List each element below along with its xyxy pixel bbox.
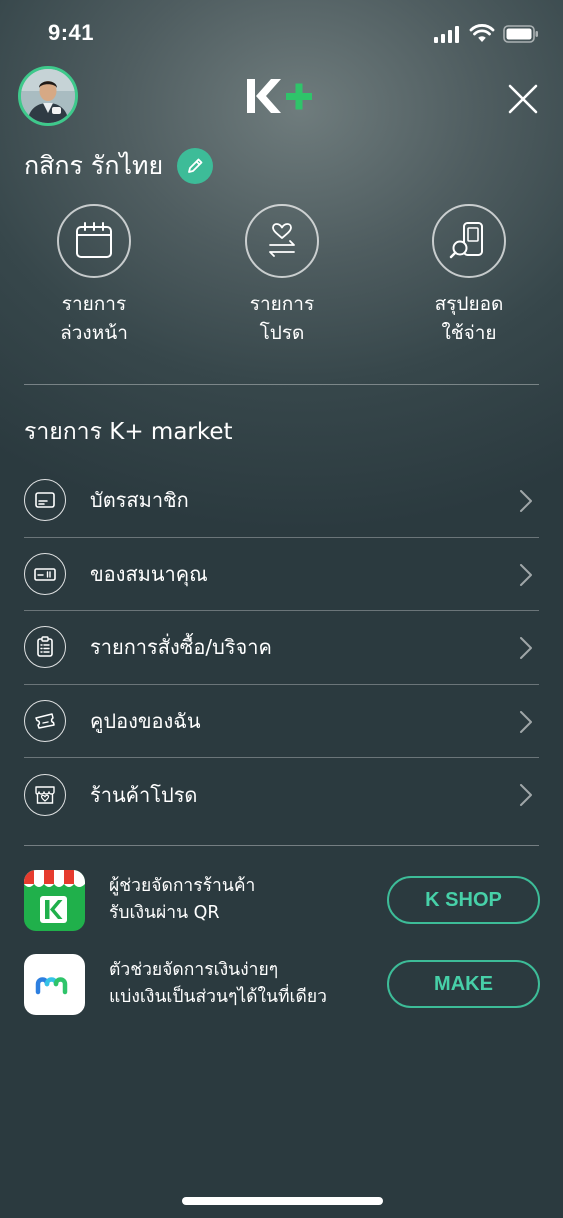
close-button[interactable] (506, 82, 540, 116)
quick-action-spending-summary[interactable]: สรุปยอด ใช้จ่าย (394, 204, 544, 348)
quick-actions: รายการ ล่วงหน้า รายการ โปรด สรุปยอด ใช้จ… (0, 204, 563, 354)
order-list-icon (24, 626, 66, 669)
pencil-icon (188, 158, 203, 173)
menu-item-label: รายการสั่งซื้อ/บริจาค (90, 635, 272, 660)
menu-item-rewards[interactable]: ของสมนาคุณ (24, 538, 539, 611)
promo-description: ผู้ช่วยจัดการร้านค้า รับเงินผ่าน QR (109, 876, 256, 923)
menu-item-favorite-shops[interactable]: ร้านค้าโปรด (24, 758, 539, 832)
edit-name-button[interactable] (177, 148, 214, 184)
profile-photo-icon (21, 69, 75, 123)
member-card-icon (24, 479, 66, 522)
menu-item-label: บัตรสมาชิก (90, 488, 189, 513)
chevron-right-icon (520, 710, 532, 733)
chevron-right-icon (520, 637, 532, 659)
section-divider (24, 845, 539, 846)
menu-item-label: คูปองของฉัน (90, 708, 201, 733)
market-section-title: รายการ K+ market (24, 419, 233, 445)
calendar-icon (76, 222, 112, 258)
kplus-logo (247, 79, 312, 113)
quick-action-favorites[interactable]: รายการ โปรด (207, 204, 357, 348)
promo-description: ตัวช่วยจัดการเงินง่ายๆ แบ่งเงินเป็นส่วนๆ… (109, 960, 327, 1007)
wifi-icon (469, 24, 495, 42)
phone-search-icon (449, 222, 483, 259)
voucher-icon (24, 552, 66, 595)
quick-action-label: รายการ ล่วงหน้า (60, 293, 128, 344)
quick-action-icon-circle (245, 204, 319, 278)
status-time: 9:41 (48, 20, 95, 45)
user-name: กสิกร รักไทย (24, 151, 164, 180)
menu-item-label: ของสมนาคุณ (90, 561, 208, 586)
quick-action-label: รายการ โปรด (249, 293, 315, 344)
avatar[interactable] (18, 66, 78, 126)
status-bar: 9:41 (0, 0, 563, 64)
home-indicator (182, 1197, 383, 1205)
market-menu: บัตรสมาชิก ของสมนาคุณ รายการสั่งซื้อ/บริ… (24, 464, 539, 832)
quick-action-icon-circle (57, 204, 131, 278)
kshop-app-icon (24, 869, 85, 931)
menu-item-member-card[interactable]: บัตรสมาชิก (24, 464, 539, 538)
favorite-shop-icon (24, 773, 66, 816)
coupon-icon (24, 699, 66, 742)
promo-make: ตัวช่วยจัดการเงินง่ายๆ แบ่งเงินเป็นส่วนๆ… (24, 953, 540, 1015)
chevron-right-icon (520, 490, 532, 512)
menu-item-label: ร้านค้าโปรด (90, 782, 198, 807)
chevron-right-icon (520, 784, 532, 806)
make-button[interactable]: MAKE (387, 960, 540, 1008)
quick-action-label: สรุปยอด ใช้จ่าย (434, 293, 504, 344)
quick-action-icon-circle (432, 204, 506, 278)
section-divider (24, 384, 539, 385)
cellular-signal-icon (434, 25, 459, 43)
user-row: กสิกร รักไทย (24, 146, 214, 186)
chevron-right-icon (520, 563, 532, 586)
heart-transfer-icon (269, 223, 295, 257)
menu-item-my-coupons[interactable]: คูปองของฉัน (24, 685, 539, 758)
make-app-icon (24, 953, 85, 1015)
kshop-button[interactable]: K SHOP (387, 876, 540, 924)
battery-icon (503, 24, 538, 43)
menu-item-orders-donations[interactable]: รายการสั่งซื้อ/บริจาค (24, 611, 539, 685)
status-icons (433, 24, 539, 43)
quick-action-scheduled[interactable]: รายการ ล่วงหน้า (19, 204, 169, 348)
promo-kshop: ผู้ช่วยจัดการร้านค้า รับเงินผ่าน QR K SH… (24, 869, 540, 931)
